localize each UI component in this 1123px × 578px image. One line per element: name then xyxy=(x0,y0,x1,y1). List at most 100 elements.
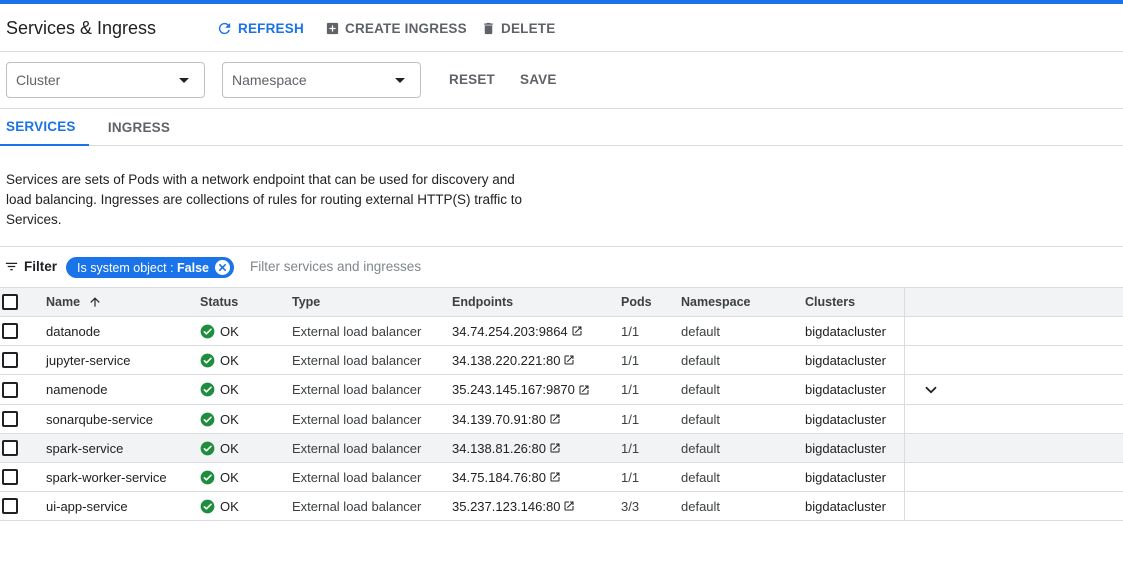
type-cell: External load balancer xyxy=(292,323,422,339)
filter-bar: Filter Is system object : False xyxy=(0,246,1123,288)
type-cell: External load balancer xyxy=(292,469,422,485)
table-row[interactable]: datanode OK External load balancer 34.74.25… xyxy=(0,317,1123,346)
table-row[interactable]: jupyter-service OK External load balancer 3… xyxy=(0,346,1123,375)
tab-bar: SERVICES INGRESS xyxy=(0,109,1123,146)
endpoint-text: 34.75.184.76:80 xyxy=(452,469,546,485)
service-name[interactable]: datanode xyxy=(46,317,100,345)
service-name[interactable]: namenode xyxy=(46,375,107,404)
save-button[interactable]: SAVE xyxy=(520,72,557,87)
service-name[interactable]: spark-worker-service xyxy=(46,463,167,491)
service-name[interactable]: jupyter-service xyxy=(46,346,131,374)
namespace-select-label: Namespace xyxy=(232,72,307,88)
endpoint-cell: 34.139.70.91:80 xyxy=(452,405,561,433)
namespace-cell: default xyxy=(681,440,721,456)
create-ingress-label: CREATE INGRESS xyxy=(345,20,467,36)
pods-cell: 1/1 xyxy=(621,411,640,427)
column-header-name[interactable]: Name xyxy=(46,288,102,316)
endpoint-link[interactable]: 34.138.220.221:80 xyxy=(452,353,575,368)
endpoint-link[interactable]: 34.139.70.91:80 xyxy=(452,412,561,427)
reset-button[interactable]: RESET xyxy=(449,72,495,87)
row-checkbox[interactable] xyxy=(2,469,18,485)
row-checkbox-cell xyxy=(2,463,18,491)
close-circle-icon[interactable] xyxy=(215,260,230,275)
filter-chip-text: Is system object : False xyxy=(77,261,209,275)
refresh-button[interactable]: REFRESH xyxy=(216,18,304,38)
row-checkbox[interactable] xyxy=(2,352,18,368)
create-ingress-button[interactable]: CREATE INGRESS xyxy=(325,18,467,38)
status-text: OK xyxy=(220,352,239,368)
table-row[interactable]: spark-worker-service OK External load bala… xyxy=(0,463,1123,492)
endpoint-text: 34.139.70.91:80 xyxy=(452,411,546,427)
table-row[interactable]: spark-service OK External load balancer 34.… xyxy=(0,434,1123,463)
endpoint-link[interactable]: 34.74.254.203:9864 xyxy=(452,324,583,339)
pods-cell: 1/1 xyxy=(621,323,640,339)
cluster-select[interactable]: Cluster xyxy=(6,62,205,98)
cluster-cell: bigdatacluster xyxy=(805,323,886,339)
refresh-label: REFRESH xyxy=(238,20,304,36)
row-checkbox-cell xyxy=(2,375,18,404)
status-cell: OK xyxy=(200,463,239,491)
column-header-status[interactable]: Status xyxy=(200,288,238,316)
filter-input[interactable] xyxy=(250,259,650,274)
table-row[interactable]: ui-app-service OK External load balancer 35… xyxy=(0,492,1123,521)
filter-button[interactable]: Filter xyxy=(4,259,57,274)
tab-ingress[interactable]: INGRESS xyxy=(95,109,183,145)
table-row[interactable]: namenode OK External load balancer 35.243.1… xyxy=(0,375,1123,405)
endpoint-link[interactable]: 35.237.123.146:80 xyxy=(452,499,575,514)
column-header-pods[interactable]: Pods xyxy=(621,288,652,316)
status-text: OK xyxy=(220,411,239,427)
filter-chip[interactable]: Is system object : False xyxy=(66,257,234,278)
column-header-type[interactable]: Type xyxy=(292,288,320,316)
description-text: Services are sets of Pods with a network… xyxy=(6,172,522,227)
endpoint-link[interactable]: 34.75.184.76:80 xyxy=(452,470,561,485)
select-all-checkbox[interactable] xyxy=(2,294,18,310)
namespace-select[interactable]: Namespace xyxy=(222,62,421,98)
type-cell: External load balancer xyxy=(292,352,422,368)
namespace-cell: default xyxy=(681,323,721,339)
row-checkbox[interactable] xyxy=(2,411,18,427)
column-header-endpoints[interactable]: Endpoints xyxy=(452,288,513,316)
status-cell: OK xyxy=(200,346,239,374)
row-checkbox[interactable] xyxy=(2,440,18,456)
row-checkbox-cell xyxy=(2,317,18,345)
tab-services[interactable]: SERVICES xyxy=(0,109,89,146)
open-external-icon xyxy=(572,326,582,336)
cluster-cell: bigdatacluster xyxy=(805,469,886,485)
endpoint-link[interactable]: 35.243.145.167:9870 xyxy=(452,382,590,397)
endpoint-text: 34.74.254.203:9864 xyxy=(452,323,568,339)
row-checkbox[interactable] xyxy=(2,323,18,339)
cluster-cell: bigdatacluster xyxy=(805,440,886,456)
pods-cell: 3/3 xyxy=(621,498,640,514)
endpoint-cell: 35.237.123.146:80 xyxy=(452,492,575,520)
table-row[interactable]: sonarqube-service OK External load balance… xyxy=(0,405,1123,434)
endpoint-cell: 34.74.254.203:9864 xyxy=(452,317,583,345)
namespace-cell: default xyxy=(681,469,721,485)
endpoint-cell: 35.243.145.167:9870 xyxy=(452,375,590,404)
caret-down-icon xyxy=(395,78,405,83)
open-external-icon xyxy=(550,472,560,482)
endpoint-text: 35.237.123.146:80 xyxy=(452,498,561,514)
status-text: OK xyxy=(220,440,239,456)
row-checkbox[interactable] xyxy=(2,381,18,398)
check-circle-icon xyxy=(200,441,215,455)
type-cell: External load balancer xyxy=(292,440,422,456)
status-cell: OK xyxy=(200,492,239,520)
column-divider xyxy=(904,492,905,520)
service-name[interactable]: spark-service xyxy=(46,434,123,462)
status-cell: OK xyxy=(200,434,239,462)
pods-cell: 1/1 xyxy=(621,382,640,397)
column-header-namespace[interactable]: Namespace xyxy=(681,288,751,316)
page-title: Services & Ingress xyxy=(6,18,157,38)
namespace-cell: default xyxy=(681,411,721,427)
pods-cell: 1/1 xyxy=(621,469,640,485)
delete-button[interactable]: DELETE xyxy=(481,18,555,38)
chevron-down-icon[interactable] xyxy=(922,375,940,404)
service-name[interactable]: ui-app-service xyxy=(46,492,128,520)
row-checkbox[interactable] xyxy=(2,498,18,514)
endpoint-link[interactable]: 34.138.81.26:80 xyxy=(452,441,561,456)
service-name[interactable]: sonarqube-service xyxy=(46,405,153,433)
column-header-clusters[interactable]: Clusters xyxy=(805,288,855,316)
namespace-cell: default xyxy=(681,352,721,368)
filter-list-icon xyxy=(5,262,18,271)
filter-chip-value: False xyxy=(177,260,209,275)
